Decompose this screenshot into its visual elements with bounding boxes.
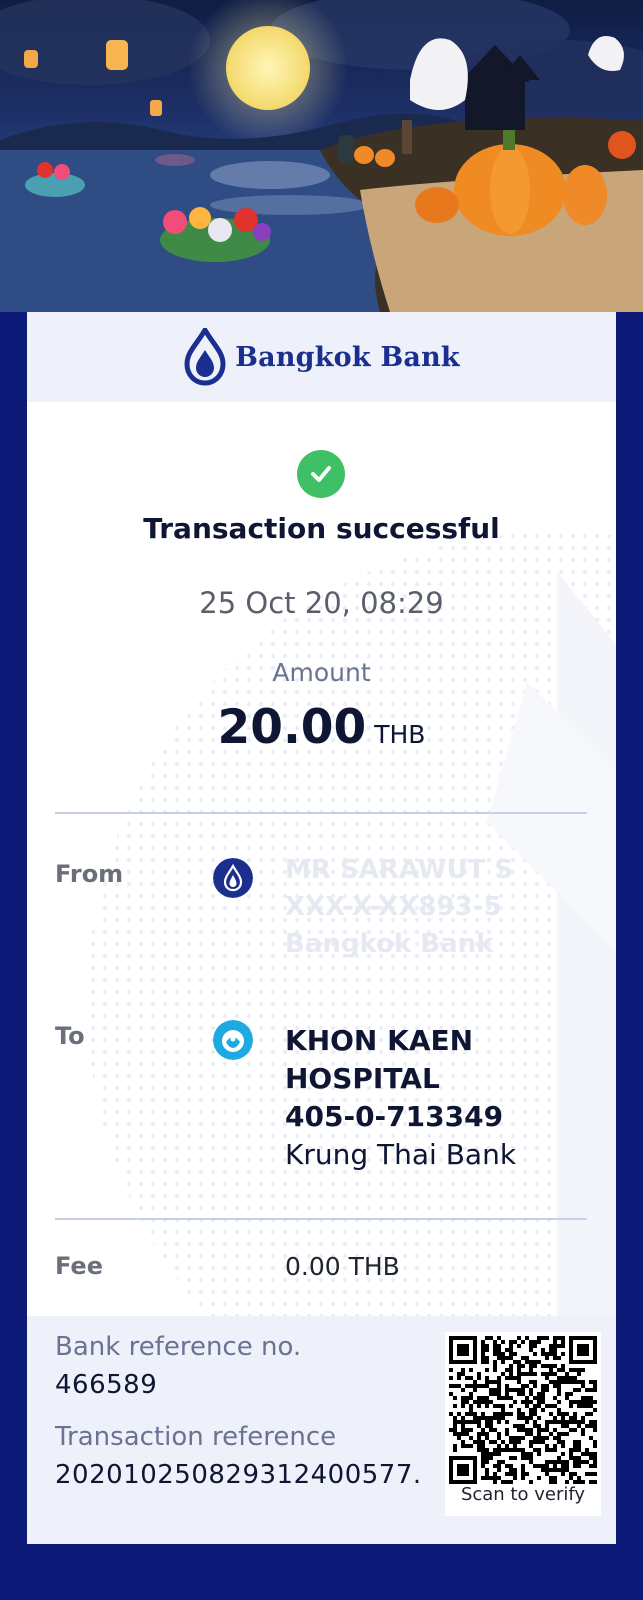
to-name-line2: HOSPITAL xyxy=(285,1062,440,1095)
status-title: Transaction successful xyxy=(143,512,500,545)
transaction-datetime: 25 Oct 20, 08:29 xyxy=(199,586,444,620)
amount-label: Amount xyxy=(272,658,371,687)
from-name: MR SARAWUT S xyxy=(285,855,514,885)
fee-label: Fee xyxy=(55,1252,103,1280)
transaction-reference-label: Transaction reference xyxy=(55,1422,337,1452)
divider xyxy=(55,812,587,814)
to-name-line1: KHON KAEN xyxy=(285,1024,474,1057)
amount-value: 20.00 THB xyxy=(27,700,616,755)
to-label: To xyxy=(55,1022,85,1050)
receipt-card: Bangkok Bank Transaction successful 25 O… xyxy=(27,312,616,1544)
amount-number: 20.00 xyxy=(217,700,367,755)
from-bank-icon xyxy=(213,858,253,898)
bank-reference-value: 466589 xyxy=(55,1370,158,1400)
from-account: XXX-X-XX893-5 xyxy=(285,892,502,922)
qr-caption: Scan to verify xyxy=(460,1484,586,1505)
transaction-reference-value: 2020102508293124005​77. xyxy=(55,1460,422,1490)
bank-logo: Bangkok Bank xyxy=(183,328,460,386)
from-account-details: MR SARAWUT S XXX-X-XX893-5 Bangkok Bank xyxy=(285,852,513,963)
bank-reference-label: Bank reference no. xyxy=(55,1332,302,1362)
to-account-details: KHON KAEN HOSPITAL 405-0-713349 Krung Th… xyxy=(285,1022,516,1174)
qr-code-panel[interactable]: Scan to verify xyxy=(445,1332,601,1516)
to-bank-name: Krung Thai Bank xyxy=(285,1138,517,1171)
from-label: From xyxy=(55,860,124,888)
reference-section: Bank reference no. 466589 Transaction re… xyxy=(27,1316,616,1544)
amount-currency: THB xyxy=(374,720,426,749)
success-check-icon xyxy=(297,450,345,498)
bank-name: Bangkok Bank xyxy=(235,341,460,373)
to-bank-icon xyxy=(213,1020,253,1060)
divider xyxy=(55,1218,587,1220)
fee-value: 0.00 THB xyxy=(285,1252,400,1281)
bangkok-bank-logo-icon xyxy=(184,328,226,386)
receipt-header: Bangkok Bank xyxy=(27,312,616,402)
qr-code-icon[interactable] xyxy=(449,1336,597,1484)
to-account-number: 405-0-713349 xyxy=(285,1100,504,1133)
festival-banner-image xyxy=(0,0,643,312)
from-bank: Bangkok Bank xyxy=(285,929,494,959)
